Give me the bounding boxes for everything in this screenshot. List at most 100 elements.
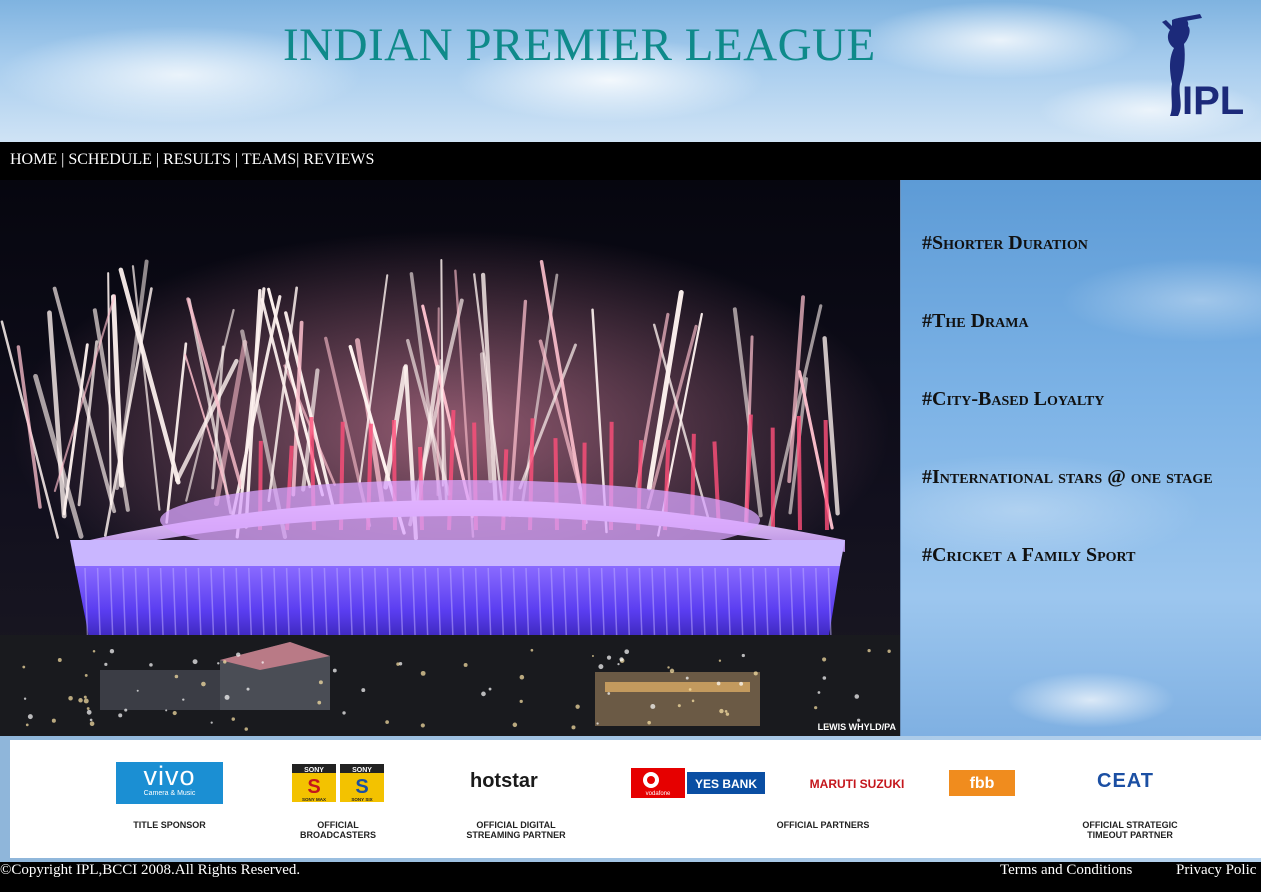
city-light: [22, 665, 26, 669]
city-light: [854, 694, 860, 699]
broadcasters-label: OFFICIAL BROADCASTERS: [278, 820, 398, 840]
city-light: [685, 676, 689, 680]
svg-text:S: S: [355, 776, 368, 798]
terms-link[interactable]: Terms and Conditions: [1000, 862, 1132, 879]
city-light: [246, 687, 250, 691]
header-banner: INDIAN PREMIER LEAGUE IPL: [0, 0, 1261, 142]
highlights-panel: #Shorter Duration #The Drama #City-Based…: [900, 180, 1261, 736]
tag-city-based-loyalty: #City-Based Loyalty: [922, 388, 1105, 410]
city-light: [182, 698, 185, 701]
city-light: [667, 666, 670, 669]
city-light: [724, 710, 728, 713]
city-light: [86, 709, 92, 715]
city-light: [83, 695, 87, 699]
city-light: [669, 668, 675, 674]
city-light: [68, 695, 73, 701]
city-light: [575, 704, 580, 709]
ceat-logo[interactable]: CEAT: [1097, 770, 1154, 793]
sony-channels-logo[interactable]: SONY SONY S S SONY MAX SONY SIX: [292, 764, 384, 802]
copyright-text: ©Copyright IPL,BCCI 2008.All Rights Rese…: [0, 862, 301, 878]
footer: ©Copyright IPL,BCCI 2008.All Rights Rese…: [0, 862, 1261, 892]
city-light: [619, 657, 624, 662]
vivo-logo-subtext: Camera & Music: [143, 790, 196, 797]
city-light: [104, 662, 108, 666]
city-light: [420, 723, 425, 728]
city-light: [867, 648, 871, 653]
city-light: [231, 717, 235, 721]
city-light: [624, 649, 630, 655]
city-light: [463, 662, 468, 667]
building-right-lit: [605, 682, 750, 692]
city-light: [217, 662, 220, 665]
city-light: [83, 698, 89, 704]
city-light: [86, 707, 90, 710]
city-light: [481, 691, 486, 697]
nav-teams[interactable]: TEAMS: [242, 151, 296, 168]
privacy-link[interactable]: Privacy Polic: [1176, 862, 1256, 879]
city-light: [124, 708, 128, 712]
nav-reviews[interactable]: REVIEWS: [303, 151, 374, 168]
city-light: [118, 713, 123, 718]
city-light: [210, 721, 213, 724]
city-light: [814, 706, 818, 710]
city-light: [244, 727, 248, 731]
city-light: [606, 655, 612, 660]
nav-results[interactable]: RESULTS: [163, 151, 231, 168]
city-light: [688, 688, 692, 691]
nav-separator: |: [234, 151, 242, 168]
svg-text:SONY: SONY: [304, 767, 324, 774]
city-light: [149, 663, 153, 667]
city-light: [261, 661, 264, 664]
city-light: [420, 670, 426, 676]
vivo-logo[interactable]: vivo Camera & Music: [116, 762, 223, 804]
building-right: [595, 672, 760, 726]
sponsors-box: vivo Camera & Music TITLE SPONSOR SONY S…: [10, 740, 1261, 858]
tag-the-drama: #The Drama: [922, 310, 1029, 332]
ipl-logo-text: IPL: [1182, 79, 1244, 120]
city-light: [519, 699, 523, 703]
sony-max-text: SONY MAX: [302, 797, 326, 802]
nav-schedule[interactable]: SCHEDULE: [68, 151, 152, 168]
vivo-logo-text: vivo: [143, 761, 196, 791]
sponsors-strip: vivo Camera & Music TITLE SPONSOR SONY S…: [0, 736, 1261, 862]
city-light: [192, 659, 198, 665]
streaming-label-line2: STREAMING PARTNER: [466, 830, 566, 840]
city-light: [25, 723, 29, 727]
city-light: [817, 691, 821, 694]
city-light: [716, 681, 721, 686]
nav-home[interactable]: HOME: [10, 151, 57, 168]
city-light: [317, 700, 322, 705]
city-light: [27, 714, 33, 720]
streaming-label: OFFICIAL DIGITAL STREAMING PARTNER: [446, 820, 586, 840]
svg-text:SONY: SONY: [352, 767, 372, 774]
city-light: [677, 704, 681, 708]
city-light: [57, 658, 62, 662]
city-light: [361, 688, 366, 693]
city-light: [650, 703, 656, 709]
main-nav: HOME | SCHEDULE | RESULTS | TEAMS| REVIE…: [0, 142, 1261, 180]
photo-credit: LEWIS WHYLD/PA: [817, 722, 896, 732]
city-light: [822, 657, 827, 662]
city-light: [342, 711, 346, 715]
strategic-label-line2: TIMEOUT PARTNER: [1087, 830, 1173, 840]
city-light: [512, 722, 518, 728]
hotstar-logo[interactable]: hotstar: [470, 770, 538, 793]
city-light: [691, 699, 695, 703]
broadcasters-label-line1: OFFICIAL: [317, 820, 359, 830]
strategic-label-line1: OFFICIAL STRATEGIC: [1082, 820, 1178, 830]
city-light: [719, 708, 724, 714]
sony-six-text: SONY SIX: [351, 797, 372, 802]
ipl-logo[interactable]: IPL: [1158, 14, 1261, 120]
city-light: [172, 711, 177, 716]
city-light: [741, 653, 745, 658]
city-light: [488, 687, 492, 691]
city-light: [201, 681, 206, 687]
firework-trail: [436, 307, 440, 497]
city-light: [598, 664, 604, 670]
city-light: [596, 722, 599, 725]
site-title: INDIAN PREMIER LEAGUE: [283, 19, 876, 71]
tag-family-sport: #Cricket a Family Sport: [922, 544, 1136, 566]
svg-text:S: S: [307, 776, 320, 798]
official-partners-logos[interactable]: vodafone YES BANK MARUTI SUZUKI fbb: [631, 768, 1015, 798]
city-light: [617, 663, 620, 666]
